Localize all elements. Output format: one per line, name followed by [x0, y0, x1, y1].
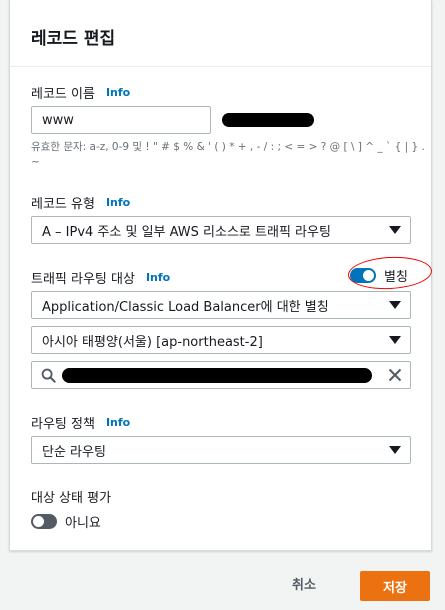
- routing-policy-info-link[interactable]: Info: [106, 416, 130, 429]
- route-target-label-row: 트래픽 라우팅 대상 Info: [31, 268, 170, 287]
- health-eval-toggle-label: 아니요: [65, 516, 101, 531]
- save-button[interactable]: 저장: [360, 571, 430, 601]
- record-type-label: 레코드 유형: [31, 197, 95, 212]
- routing-policy-select[interactable]: 단순 라우팅: [31, 436, 411, 464]
- record-type-value: A – IPv4 주소 및 일부 AWS 리소스로 트래픽 라우팅: [42, 224, 331, 240]
- record-type-info-link[interactable]: Info: [106, 196, 130, 209]
- record-name-info-link[interactable]: Info: [106, 86, 130, 99]
- record-name-value: www: [42, 112, 74, 128]
- record-name-label: 레코드 이름: [31, 87, 95, 102]
- record-name-input[interactable]: www: [31, 106, 211, 134]
- edit-record-panel: 레코드 편집 레코드 이름 Info www 유효한 문자: a-z, 0-9 …: [9, 0, 433, 551]
- endpoint-type-select[interactable]: Application/Classic Load Balancer에 대한 별칭: [31, 291, 411, 319]
- caret-down-icon: [380, 327, 410, 353]
- clear-icon[interactable]: [388, 368, 402, 382]
- health-eval-toggle[interactable]: 아니요: [31, 512, 101, 531]
- caret-down-icon: [380, 437, 410, 463]
- search-icon: [38, 368, 58, 383]
- record-type-label-row: 레코드 유형 Info: [31, 193, 130, 212]
- endpoint-type-value: Application/Classic Load Balancer에 대한 별칭: [42, 299, 329, 315]
- alias-switch: [350, 268, 376, 283]
- route-target-info-link[interactable]: Info: [146, 271, 170, 284]
- region-value: 아시아 태평양(서울) [ap-northeast-2]: [42, 334, 263, 350]
- panel-title: 레코드 편집: [31, 29, 116, 49]
- routing-policy-value: 단순 라우팅: [42, 444, 106, 460]
- health-eval-label-row: 대상 상태 평가: [31, 487, 111, 506]
- redacted-domain: [222, 113, 314, 127]
- record-type-select[interactable]: A – IPv4 주소 및 일부 AWS 리소스로 트래픽 라우팅: [31, 216, 411, 244]
- health-eval-switch: [31, 514, 57, 529]
- caret-down-icon: [380, 292, 410, 318]
- routing-policy-label: 라우팅 정책: [31, 417, 95, 432]
- alias-toggle-label: 별칭: [384, 270, 408, 285]
- health-eval-label: 대상 상태 평가: [31, 491, 112, 506]
- routing-policy-label-row: 라우팅 정책 Info: [31, 413, 130, 432]
- caret-down-icon: [380, 217, 410, 243]
- panel-header: 레코드 편집: [10, 0, 431, 67]
- alias-toggle[interactable]: 별칭: [350, 266, 408, 285]
- cancel-button[interactable]: 취소: [292, 574, 316, 593]
- route-target-label: 트래픽 라우팅 대상: [31, 272, 135, 287]
- redacted-load-balancer: [62, 368, 372, 383]
- record-name-label-row: 레코드 이름 Info: [31, 83, 130, 102]
- record-name-hint: 유효한 문자: a-z, 0-9 및 ! " # $ % & ' ( ) * +…: [31, 141, 425, 168]
- region-select[interactable]: 아시아 태평양(서울) [ap-northeast-2]: [31, 326, 411, 354]
